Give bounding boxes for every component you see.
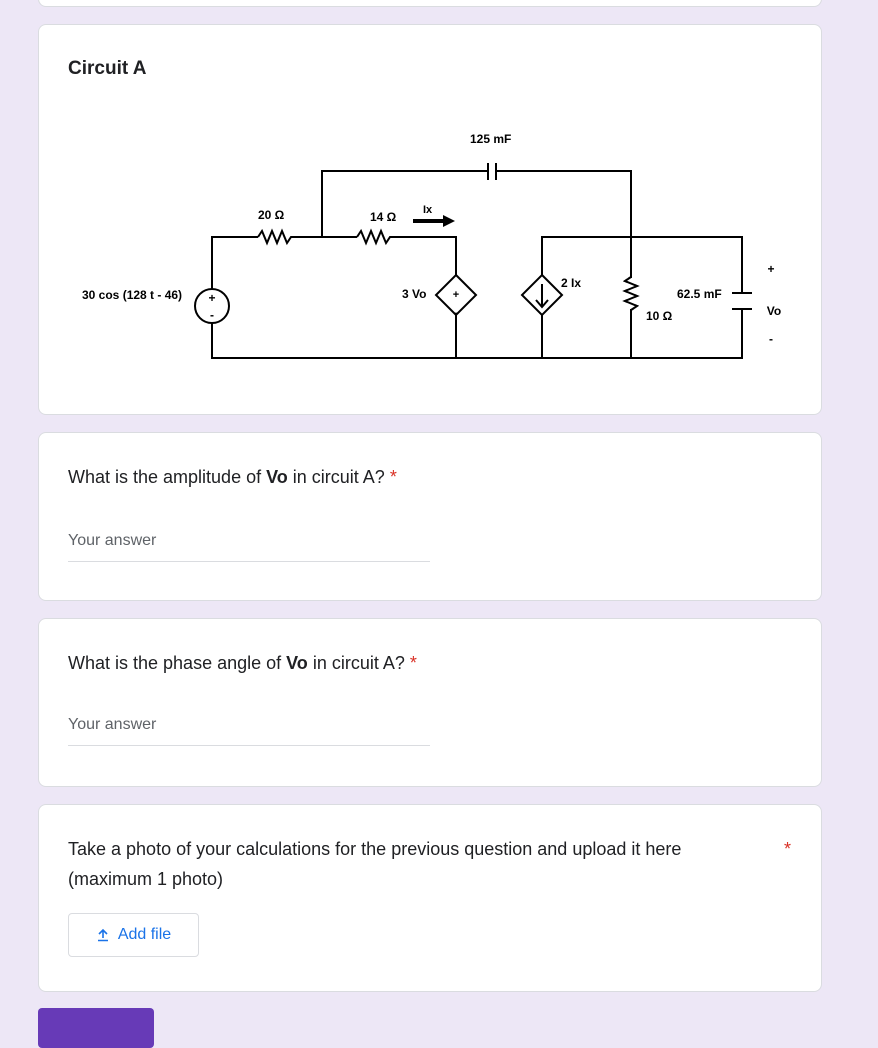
vo-minus: - bbox=[769, 332, 773, 346]
r14-label: 14 Ω bbox=[370, 210, 397, 224]
vo-label: Vo bbox=[767, 304, 781, 318]
dep-v-minus: - bbox=[454, 307, 458, 319]
question-text-line1: Take a photo of your calculations for th… bbox=[68, 839, 682, 859]
question-title-amplitude: What is the amplitude of Vo in circuit A… bbox=[68, 462, 397, 492]
circuit-diagram: + - + - 30 cos (128 t - 46) 20 Ω 14 Ω Ix… bbox=[82, 132, 781, 359]
answer-placeholder: Your answer bbox=[68, 532, 157, 549]
dep-i-label: 2 Ix bbox=[561, 276, 581, 290]
previous-card bbox=[38, 0, 822, 7]
required-asterisk: * bbox=[409, 653, 417, 673]
dep-v-plus: + bbox=[453, 289, 459, 301]
circuit-card: Circuit A + - + - 30 cos (128 t - 46) 20… bbox=[38, 24, 822, 415]
question-card-amplitude: What is the amplitude of Vo in circuit A… bbox=[38, 432, 822, 601]
ix-label: Ix bbox=[423, 204, 433, 216]
question-bold: Vo bbox=[286, 653, 308, 673]
question-text-end: in circuit A? bbox=[307, 653, 405, 673]
cap62-label: 62.5 mF bbox=[677, 287, 722, 301]
question-bold: Vo bbox=[266, 467, 288, 487]
question-text: What is the amplitude of bbox=[68, 467, 267, 487]
question-text-line2: (maximum 1 photo) bbox=[68, 869, 224, 889]
question-text-end: in circuit A? bbox=[287, 467, 385, 487]
add-file-label: Add file bbox=[117, 926, 172, 943]
required-asterisk: * bbox=[784, 839, 792, 859]
question-title-phase: What is the phase angle of Vo in circuit… bbox=[68, 648, 417, 678]
question-card-phase: What is the phase angle of Vo in circuit… bbox=[38, 618, 822, 787]
cap125-label: 125 mF bbox=[470, 132, 511, 146]
submit-button[interactable] bbox=[38, 1008, 154, 1048]
required-asterisk: * bbox=[389, 467, 397, 487]
r10-label: 10 Ω bbox=[646, 309, 673, 323]
answer-input-amplitude[interactable]: Your answer bbox=[68, 532, 430, 562]
question-text: What is the phase angle of bbox=[68, 653, 287, 673]
r20-label: 20 Ω bbox=[258, 208, 285, 222]
upload-icon bbox=[97, 928, 108, 942]
add-file-button[interactable]: Add file bbox=[68, 913, 199, 957]
current-arrow-icon bbox=[443, 215, 455, 227]
source-minus: - bbox=[210, 308, 214, 322]
answer-input-phase[interactable]: Your answer bbox=[68, 716, 430, 746]
source-label: 30 cos (128 t - 46) bbox=[82, 288, 182, 302]
source-plus: + bbox=[208, 291, 215, 305]
question-card-upload: Take a photo of your calculations for th… bbox=[38, 804, 822, 992]
dep-v-label: 3 Vo bbox=[402, 287, 426, 301]
vo-plus: + bbox=[767, 262, 774, 276]
answer-placeholder: Your answer bbox=[68, 716, 157, 733]
question-title-upload: Take a photo of your calculations for th… bbox=[68, 834, 758, 894]
